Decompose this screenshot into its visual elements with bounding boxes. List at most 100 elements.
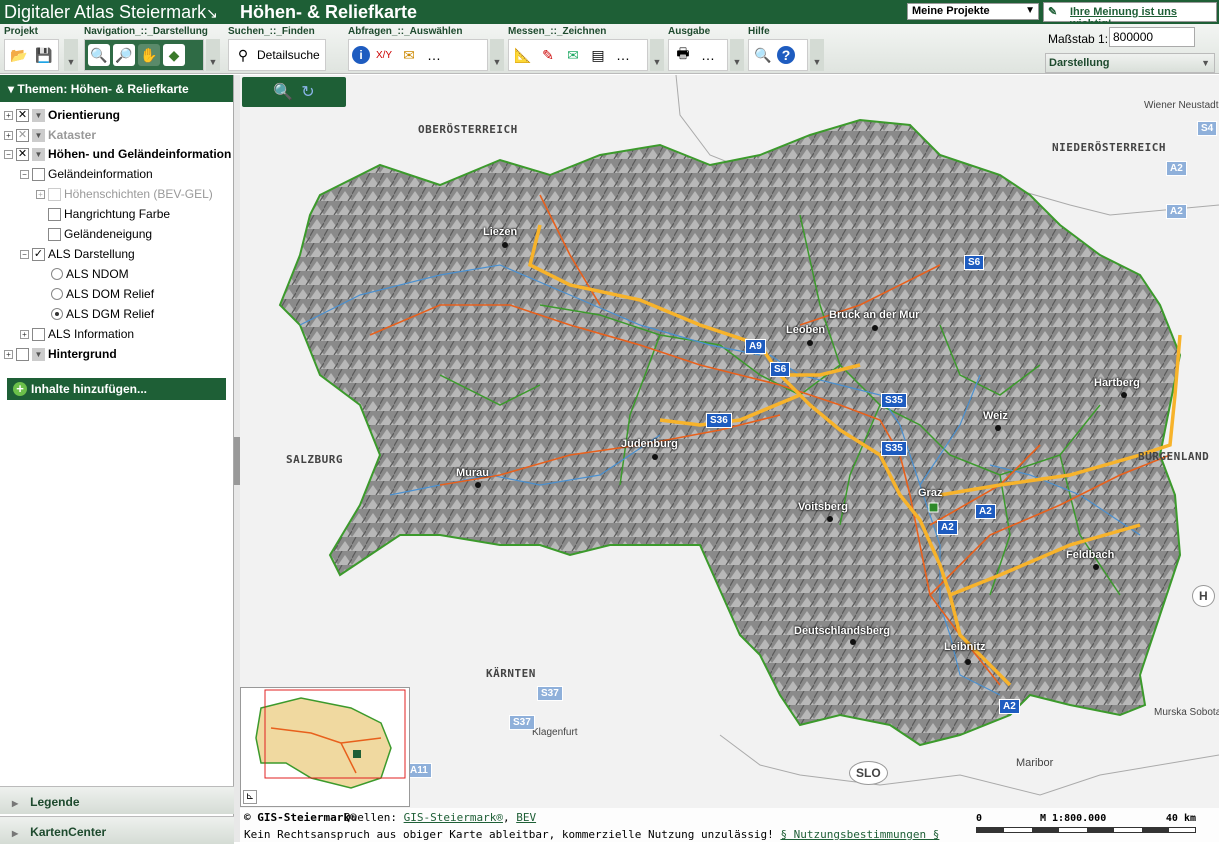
checkbox[interactable]: ✕ (16, 128, 29, 142)
map-footer: © GIS-Steiermark® Quellen: GIS-Steiermar… (240, 808, 1219, 842)
checkbox[interactable]: ✕ (16, 147, 29, 161)
radio-selected[interactable] (51, 308, 63, 320)
more-button[interactable]: ▼ (810, 39, 824, 71)
radio[interactable] (51, 288, 63, 300)
more-tools-icon[interactable]: … (423, 44, 445, 66)
place-label: Judenburg (621, 438, 678, 450)
expand-icon[interactable]: + (20, 329, 29, 339)
place-label: Leibnitz (944, 641, 986, 653)
group-buttons: 📐 ✎ ✉ ▤ … (508, 39, 648, 71)
map-view[interactable]: 🔍 ↻ OBERÖSTERREICH NIEDERÖSTERREICH SALZ… (240, 75, 1219, 842)
group-buttons: ⚲ Detailsuche (228, 39, 326, 71)
tree-item-als-dom-relief[interactable]: ALS DOM Relief (51, 285, 154, 303)
expand-icon[interactable]: + (4, 349, 13, 359)
magnifier-icon[interactable]: 🔍 (273, 82, 293, 102)
zoom-out-icon[interactable]: 🔎 (113, 44, 135, 66)
collapse-icon[interactable]: − (20, 169, 29, 179)
terms-link[interactable]: § Nutzungsbestimmungen § (780, 828, 939, 841)
tree-item-kataster[interactable]: + ✕ ▼ Kataster (4, 126, 96, 144)
projects-dropdown[interactable]: Meine Projekte ▼ (907, 3, 1039, 20)
checkbox[interactable] (16, 347, 29, 361)
tree-item-orientierung[interactable]: + ✕ ▼ Orientierung (4, 106, 120, 124)
radio[interactable] (51, 268, 63, 280)
info-icon[interactable]: i (352, 46, 370, 64)
overview-graz-marker (353, 750, 361, 758)
checkbox[interactable] (48, 227, 61, 241)
scale-end: 40 km (1165, 813, 1196, 824)
help-icon[interactable]: ? (777, 46, 795, 64)
group-buttons: 🔍 ? (748, 39, 808, 71)
tree-item-als-dgm-relief[interactable]: ALS DGM Relief (51, 305, 154, 323)
dropdown-icon[interactable]: ▼ (32, 108, 45, 122)
scale-input[interactable] (1109, 27, 1195, 47)
checkbox[interactable] (32, 327, 45, 341)
expand-arrow-icon: ▶ (12, 799, 19, 808)
send-icon[interactable]: ✉ (562, 44, 584, 66)
xy-coordinate-icon[interactable]: X/Y (373, 44, 395, 66)
darstellung-dropdown[interactable]: Darstellung ▼ (1045, 53, 1215, 73)
save-icon[interactable]: 💾 (33, 44, 55, 66)
group-label: Suchen_::_Finden (228, 26, 315, 37)
detail-search-button[interactable]: Detailsuche (257, 48, 320, 62)
add-content-button[interactable]: + Inhalte hinzufügen... (7, 378, 226, 400)
legend-panel-toggle[interactable]: ▶ Legende (0, 786, 234, 814)
app-title[interactable]: Digitaler Atlas Steiermark↘ (4, 2, 218, 23)
expand-icon[interactable]: + (4, 110, 13, 120)
tree-label: Hintergrund (48, 347, 117, 361)
sidebar-header[interactable]: ▾ Themen: Höhen- & Reliefkarte (0, 75, 233, 102)
road-shield: A2 (1166, 161, 1187, 176)
tree-item-gelaendeinformation[interactable]: − Geländeinformation (20, 165, 153, 183)
more-button[interactable]: ▼ (206, 39, 220, 71)
pan-hand-icon[interactable]: ✋ (138, 44, 160, 66)
tree-item-hintergrund[interactable]: + ▼ Hintergrund (4, 345, 117, 363)
app-title-text: Digitaler Atlas Steiermark (4, 2, 207, 22)
place-label: Feldbach (1066, 549, 1115, 561)
select-icon[interactable]: ✉ (398, 44, 420, 66)
help-search-icon[interactable]: 🔍 (752, 44, 774, 66)
open-folder-icon[interactable]: 📂 (8, 44, 30, 66)
group-label: Ausgabe (668, 26, 711, 37)
expand-icon[interactable]: + (4, 130, 13, 140)
feedback-link[interactable]: ✎Ihre Meinung ist uns wichtig! (1043, 2, 1217, 30)
source-link-bev[interactable]: BEV (516, 811, 536, 824)
refresh-icon[interactable]: ↻ (301, 82, 314, 102)
binoculars-icon[interactable]: ⚲ (232, 44, 254, 66)
tree-label: Geländeneigung (64, 227, 153, 241)
dropdown-icon[interactable]: ▼ (32, 147, 45, 161)
checkbox[interactable] (48, 207, 61, 221)
tree-item-hangrichtung[interactable]: Hangrichtung Farbe (48, 205, 170, 223)
overview-map[interactable]: ⊾ (240, 687, 410, 807)
group-hilfe: Hilfe 🔍 ? ▼ (748, 26, 824, 72)
dropdown-icon[interactable]: ▼ (32, 128, 45, 142)
tree-item-hoehenschichten[interactable]: + Höhenschichten (BEV-GEL) (36, 185, 213, 203)
kartencenter-panel-toggle[interactable]: ▶ KartenCenter (0, 816, 234, 844)
tree-item-gelaendeneigung[interactable]: Geländeneigung (48, 225, 152, 243)
checkbox[interactable] (32, 167, 45, 181)
darstellung-label: Darstellung (1049, 57, 1110, 69)
checkbox[interactable]: ✓ (32, 247, 45, 261)
print-icon[interactable]: 🖶 (672, 44, 694, 66)
overview-toggle-icon[interactable]: ⊾ (243, 790, 257, 804)
collapse-icon[interactable]: − (4, 149, 13, 159)
tree-item-als-darstellung[interactable]: − ✓ ALS Darstellung (20, 245, 135, 263)
source-link-gis[interactable]: GIS-Steiermark® (404, 811, 503, 824)
checkbox[interactable]: ✕ (16, 108, 29, 122)
collapse-icon[interactable]: − (20, 249, 29, 259)
draw-icon[interactable]: ✎ (537, 44, 559, 66)
measure-icon[interactable]: 📐 (512, 44, 534, 66)
dropdown-icon[interactable]: ▼ (32, 347, 45, 361)
tree-item-als-ndom[interactable]: ALS NDOM (51, 265, 129, 283)
checkbox[interactable] (48, 187, 61, 201)
tree-item-hoehen[interactable]: − ✕ ▼ Höhen- und Geländeinformation (4, 145, 231, 163)
more-tools-icon[interactable]: … (697, 44, 719, 66)
more-tools-icon[interactable]: … (612, 44, 634, 66)
more-button[interactable]: ▼ (64, 39, 78, 71)
ruler-icon[interactable]: ▤ (587, 44, 609, 66)
more-button[interactable]: ▼ (730, 39, 744, 71)
full-extent-icon[interactable]: ◆ (163, 44, 185, 66)
more-button[interactable]: ▼ (650, 39, 664, 71)
more-button[interactable]: ▼ (490, 39, 504, 71)
tree-item-als-information[interactable]: + ALS Information (20, 325, 134, 343)
zoom-in-icon[interactable]: 🔍 (88, 44, 110, 66)
expand-icon[interactable]: + (36, 189, 45, 199)
